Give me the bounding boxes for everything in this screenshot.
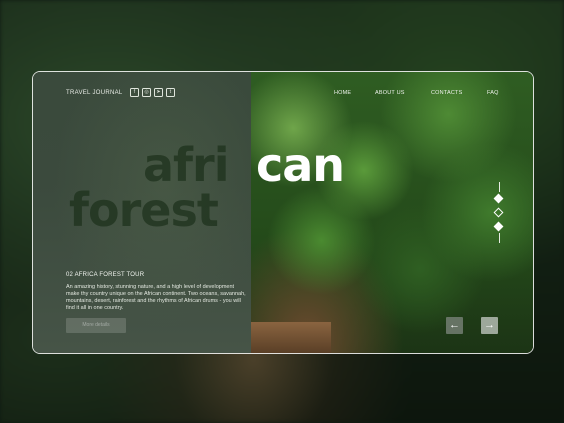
- tour-description: An amazing history, stunning nature, and…: [66, 284, 246, 311]
- hero-word-forest: forest: [69, 183, 219, 237]
- hero-card: TRAVEL JOURNAL f ◎ ➤ t HOME ABOUT US CON…: [32, 71, 534, 354]
- pager-line-top: [498, 182, 500, 192]
- social-links: f ◎ ➤ t: [130, 88, 175, 97]
- wooden-bridge-path: [251, 322, 331, 353]
- nav-home[interactable]: HOME: [334, 90, 351, 96]
- arrow-right-icon: →: [484, 319, 495, 331]
- telegram-icon[interactable]: ➤: [154, 88, 163, 97]
- pager-line-bottom: [498, 233, 500, 243]
- nav-faq[interactable]: FAQ: [487, 90, 499, 96]
- prev-arrow-button[interactable]: ←: [446, 317, 463, 334]
- twitter-icon[interactable]: t: [166, 88, 175, 97]
- next-arrow-button[interactable]: →: [481, 317, 498, 334]
- facebook-icon[interactable]: f: [130, 88, 139, 97]
- nav-contacts[interactable]: CONTACTS: [431, 90, 462, 96]
- brand-logo[interactable]: TRAVEL JOURNAL: [66, 90, 123, 96]
- forest-photo: [251, 72, 533, 353]
- instagram-icon[interactable]: ◎: [142, 88, 151, 97]
- nav-about-us[interactable]: ABOUT US: [375, 90, 405, 96]
- arrow-left-icon: ←: [449, 319, 460, 331]
- hero-word-can: can: [256, 138, 345, 192]
- tour-subtitle: 02 AFRICA FOREST TOUR: [66, 272, 145, 278]
- more-details-button[interactable]: More details: [66, 318, 126, 333]
- hero-word-afri: afri: [143, 138, 230, 192]
- top-navbar: TRAVEL JOURNAL f ◎ ➤ t HOME ABOUT US CON…: [33, 72, 533, 112]
